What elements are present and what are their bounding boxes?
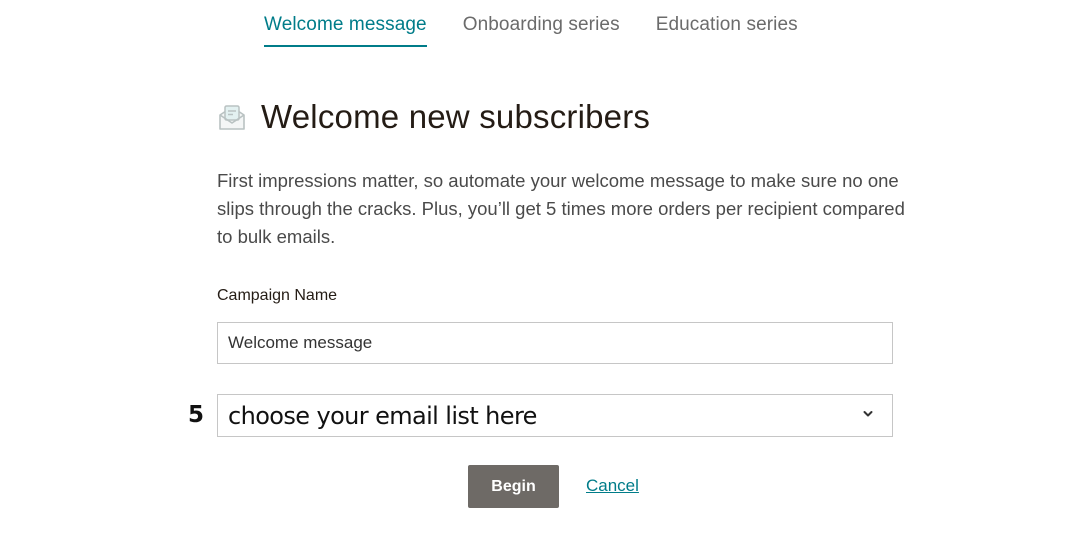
envelope-open-icon (219, 105, 245, 130)
email-list-select[interactable]: choose your email list here (217, 394, 893, 437)
tab-welcome-message[interactable]: Welcome message (264, 14, 427, 47)
page-header: Welcome new subscribers (217, 98, 650, 136)
cancel-link[interactable]: Cancel (586, 476, 639, 496)
chevron-down-icon (863, 411, 873, 417)
tab-onboarding-series[interactable]: Onboarding series (463, 14, 620, 47)
campaign-name-label: Campaign Name (217, 287, 338, 304)
begin-button[interactable]: Begin (468, 465, 559, 508)
tab-bar: Welcome message Onboarding series Educat… (264, 14, 798, 47)
email-list-select-value: choose your email list here (228, 402, 537, 430)
step-number-annotation: 5 (188, 402, 205, 428)
tab-education-series[interactable]: Education series (656, 14, 798, 47)
campaign-name-input[interactable] (217, 322, 893, 364)
page-title: Welcome new subscribers (261, 98, 651, 135)
description-text: First impressions matter, so automate yo… (217, 170, 905, 247)
